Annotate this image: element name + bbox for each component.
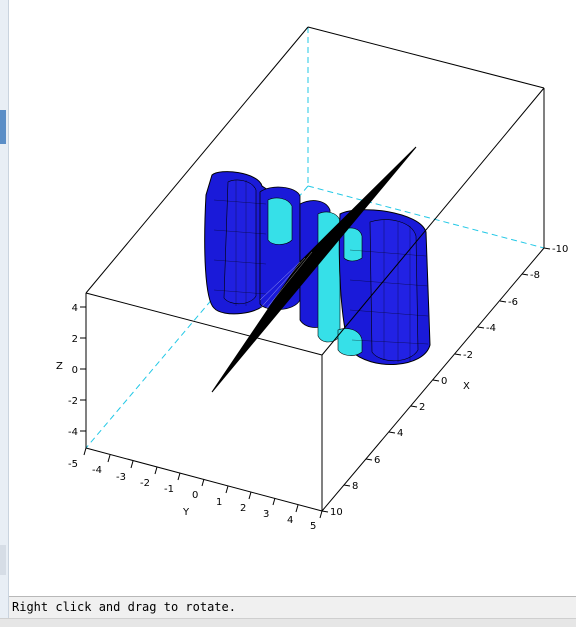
x-tick-label: 10 [330, 507, 343, 518]
y-axis-label: Y [182, 507, 190, 518]
z-axis-label: Z [56, 361, 63, 372]
graphics-canvas[interactable]: 4 2 0 -2 -4 Z -5 -4 -3 -2 -1 0 1 2 3 4 5… [9, 0, 576, 596]
y-tick-label: 3 [263, 509, 269, 520]
x-tick-label: -4 [486, 323, 496, 334]
z-axis: 4 2 0 -2 -4 Z [56, 303, 86, 438]
x-tick-label: 8 [352, 481, 358, 492]
surface-plot [204, 146, 431, 393]
y-tick-label: -2 [140, 478, 150, 489]
z-tick-label: 4 [72, 303, 78, 314]
y-tick-label: 0 [192, 490, 198, 501]
x-tick-label: -8 [530, 270, 540, 281]
y-tick-label: 1 [216, 497, 222, 508]
status-bar: Right click and drag to rotate. [9, 596, 576, 619]
3d-plot[interactable]: 4 2 0 -2 -4 Z -5 -4 -3 -2 -1 0 1 2 3 4 5… [9, 0, 576, 596]
y-tick-label: 4 [287, 515, 293, 526]
window-left-edge [0, 0, 9, 626]
x-tick-label: 0 [441, 376, 447, 387]
x-tick-label: 4 [397, 428, 403, 439]
left-edge-tab [0, 110, 6, 144]
x-tick-label: -6 [508, 297, 518, 308]
y-tick-label: -3 [116, 472, 126, 483]
z-tick-label: -4 [68, 427, 78, 438]
x-axis-label: X [463, 381, 470, 392]
x-tick-label: 2 [419, 402, 425, 413]
z-tick-label: 2 [72, 334, 78, 345]
x-tick-label: -10 [552, 244, 568, 255]
x-tick-label: -2 [463, 350, 473, 361]
left-edge-tab-lower [0, 545, 6, 575]
status-message: Right click and drag to rotate. [12, 600, 236, 614]
y-tick-label: -4 [92, 465, 102, 476]
y-tick-label: -1 [164, 484, 174, 495]
y-tick-label: 5 [310, 521, 316, 532]
z-tick-label: 0 [72, 365, 78, 376]
y-tick-label: -5 [68, 459, 78, 470]
x-tick-label: 6 [374, 455, 380, 466]
y-axis: -5 -4 -3 -2 -1 0 1 2 3 4 5 Y [68, 447, 323, 532]
z-tick-label: -2 [68, 396, 78, 407]
y-tick-label: 2 [240, 503, 246, 514]
